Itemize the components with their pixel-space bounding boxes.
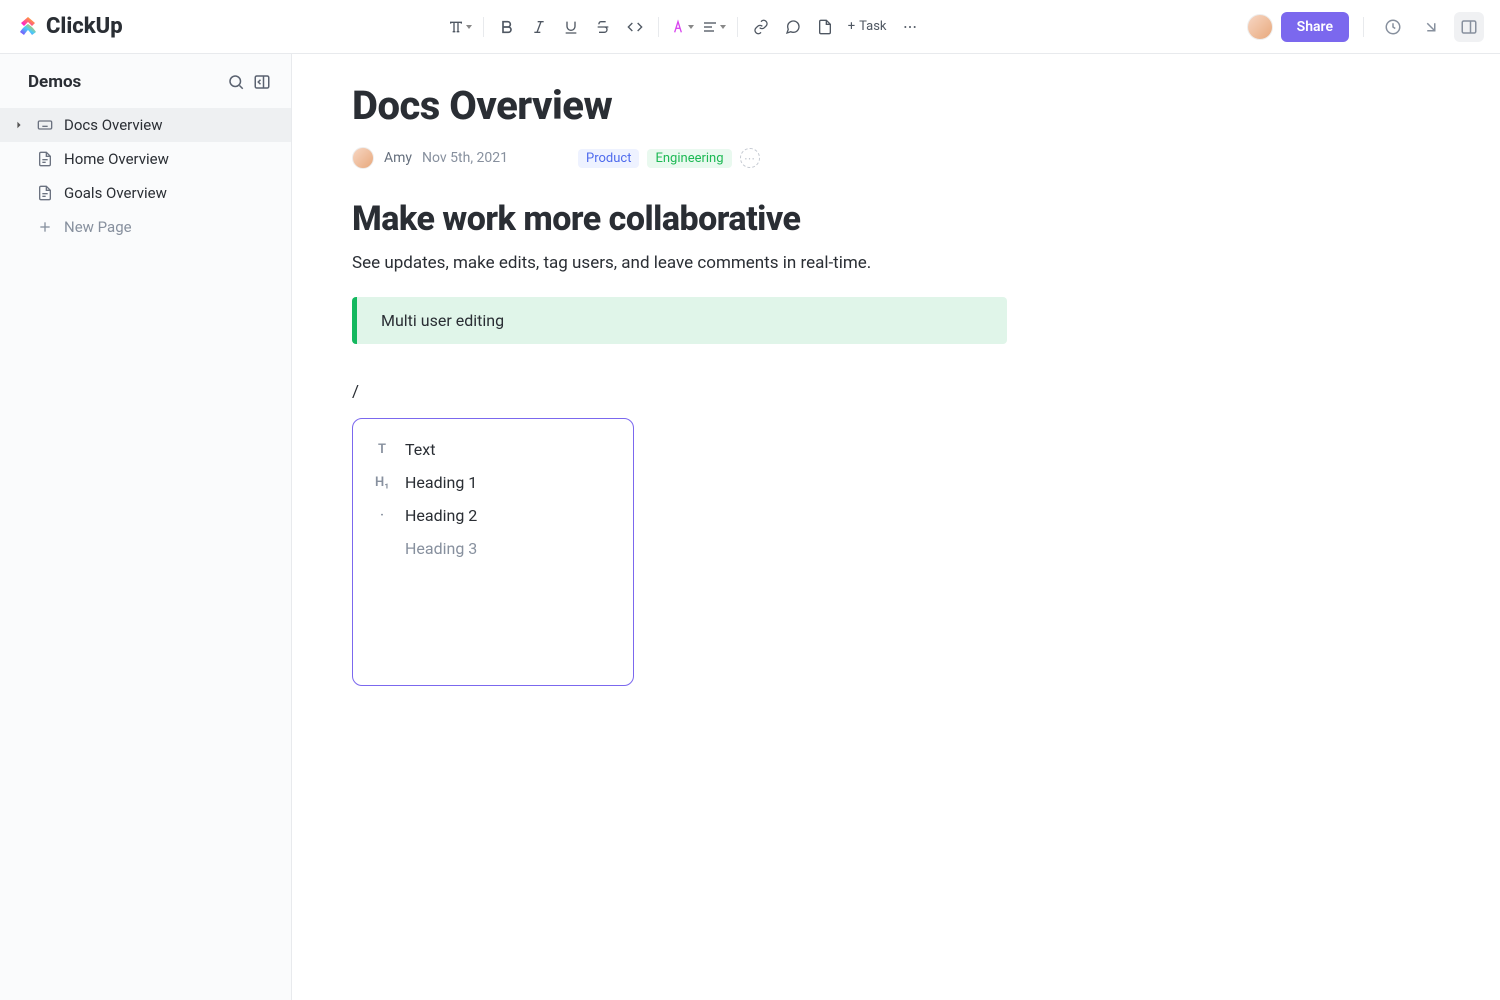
topbar-right: Share [1247, 12, 1484, 42]
history-icon[interactable] [1378, 12, 1408, 42]
author-avatar[interactable] [352, 147, 374, 169]
slash-command-menu: T Text H₁ Heading 1 · Heading 2 Heading … [352, 418, 634, 686]
sidebar-search-icon[interactable] [227, 73, 245, 91]
slash-item-label: Text [405, 440, 435, 459]
slash-trigger[interactable]: / [352, 382, 1172, 402]
panel-toggle-icon[interactable] [1454, 12, 1484, 42]
slash-item-heading2[interactable]: · Heading 2 [353, 499, 633, 532]
page-button[interactable] [810, 12, 840, 42]
toolbar-separator [483, 17, 484, 37]
slash-item-heading1[interactable]: H₁ Heading 1 [353, 466, 633, 499]
toolbar-separator [658, 17, 659, 37]
callout-block[interactable]: Multi user editing [352, 297, 1007, 344]
comment-button[interactable] [778, 12, 808, 42]
doc-date: Nov 5th, 2021 [422, 150, 508, 166]
slash-item-text[interactable]: T Text [353, 433, 633, 466]
formatting-toolbar: + Task [123, 12, 1247, 42]
author-name: Amy [384, 150, 412, 166]
tag-product[interactable]: Product [578, 149, 639, 168]
slash-item-label: Heading 3 [405, 539, 477, 558]
share-button[interactable]: Share [1281, 12, 1349, 42]
text-style-button[interactable] [445, 12, 475, 42]
sidebar-item-home-overview[interactable]: Home Overview [0, 142, 291, 176]
plus-icon [36, 219, 54, 235]
doc-tags: Product Engineering ⋯ [578, 148, 760, 168]
brand[interactable]: ClickUp [16, 14, 123, 39]
doc-icon [36, 151, 54, 167]
strikethrough-button[interactable] [588, 12, 618, 42]
sidebar-item-label: Goals Overview [64, 184, 167, 202]
tag-engineering[interactable]: Engineering [647, 149, 731, 168]
add-task-button[interactable]: + Task [842, 19, 893, 34]
h2-icon: · [373, 508, 391, 523]
text-icon: T [373, 442, 391, 457]
sidebar-item-goals-overview[interactable]: Goals Overview [0, 176, 291, 210]
more-button[interactable] [895, 12, 925, 42]
sidebar: Demos Docs Overview Home Overview Goals … [0, 54, 292, 1000]
slash-item-heading3[interactable]: Heading 3 [353, 532, 633, 565]
sidebar-item-label: New Page [64, 218, 132, 236]
chevron-right-icon [12, 121, 26, 129]
doc-meta: Amy Nov 5th, 2021 Product Engineering ⋯ [352, 147, 1172, 169]
align-button[interactable] [699, 12, 729, 42]
document-area[interactable]: Docs Overview Amy Nov 5th, 2021 Product … [292, 54, 1500, 1000]
link-button[interactable] [746, 12, 776, 42]
clickup-logo-icon [16, 15, 40, 39]
doc-icon [36, 185, 54, 201]
sidebar-header: Demos [0, 54, 291, 102]
user-avatar[interactable] [1247, 14, 1273, 40]
sidebar-nav: Docs Overview Home Overview Goals Overvi… [0, 102, 291, 244]
main: Demos Docs Overview Home Overview Goals … [0, 54, 1500, 1000]
toolbar-separator [737, 17, 738, 37]
doc-heading[interactable]: Make work more collaborative [352, 199, 1172, 239]
doc-title[interactable]: Docs Overview [352, 82, 1172, 129]
bold-button[interactable] [492, 12, 522, 42]
code-button[interactable] [620, 12, 650, 42]
keyboard-icon [36, 117, 54, 133]
brand-name: ClickUp [46, 14, 123, 39]
topbar: ClickUp + Task Share [0, 0, 1500, 54]
slash-item-label: Heading 1 [405, 473, 477, 492]
h1-icon: H₁ [373, 475, 391, 490]
sidebar-collapse-icon[interactable] [253, 73, 271, 91]
add-tag-button[interactable]: ⋯ [740, 148, 760, 168]
sidebar-item-label: Docs Overview [64, 116, 163, 134]
sidebar-title: Demos [28, 72, 81, 92]
toolbar-separator [1363, 17, 1364, 37]
sidebar-item-docs-overview[interactable]: Docs Overview [0, 108, 291, 142]
sidebar-new-page[interactable]: New Page [0, 210, 291, 244]
export-icon[interactable] [1416, 12, 1446, 42]
slash-item-label: Heading 2 [405, 506, 477, 525]
sidebar-item-label: Home Overview [64, 150, 169, 168]
underline-button[interactable] [556, 12, 586, 42]
text-color-button[interactable] [667, 12, 697, 42]
plus-icon: + [848, 19, 855, 34]
callout-text: Multi user editing [381, 311, 504, 330]
italic-button[interactable] [524, 12, 554, 42]
task-label: Task [859, 19, 886, 34]
doc-body-text[interactable]: See updates, make edits, tag users, and … [352, 253, 1172, 273]
